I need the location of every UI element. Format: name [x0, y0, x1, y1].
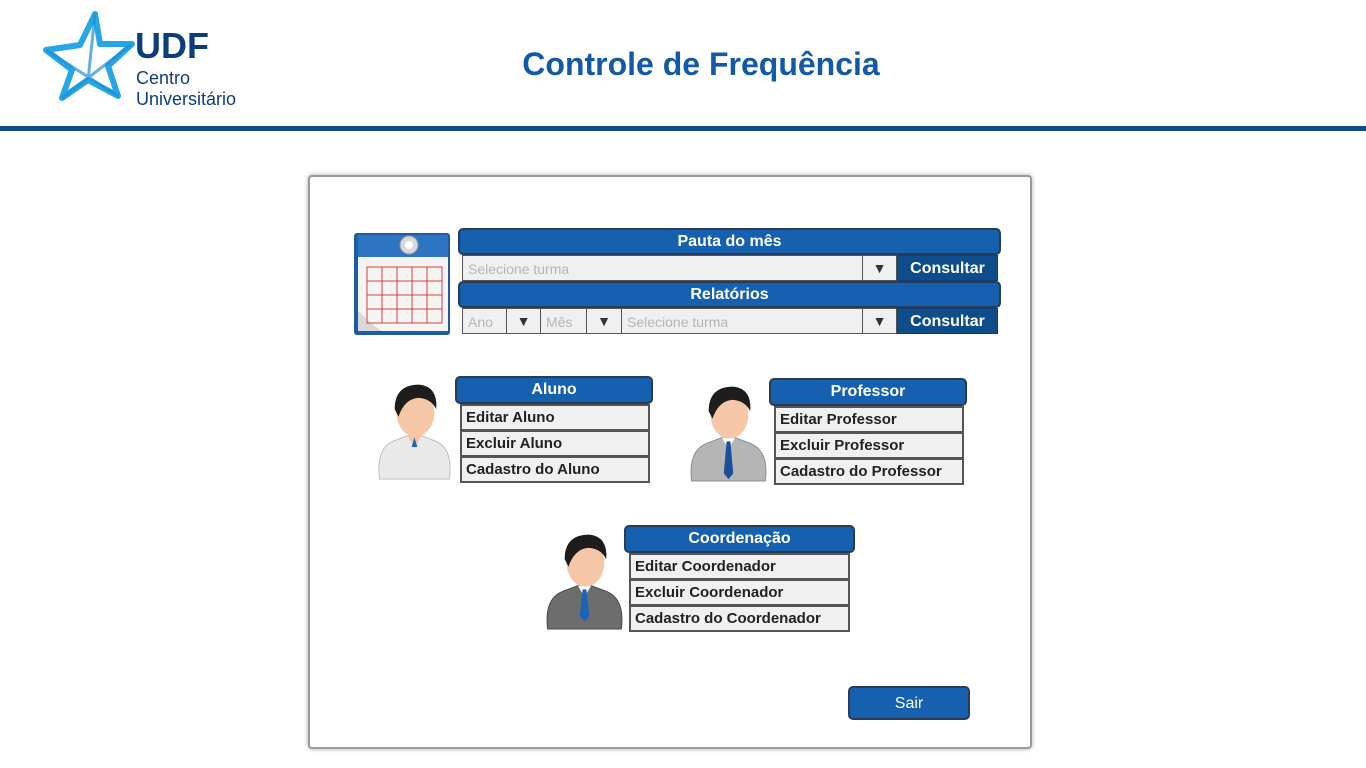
relatorios-turma-select[interactable]: Selecione turma — [621, 308, 863, 334]
editar-aluno-link[interactable]: Editar Aluno — [460, 404, 650, 431]
pauta-consultar-button[interactable]: Consultar — [897, 255, 998, 281]
relatorios-turma-dropdown-icon[interactable]: ▼ — [862, 308, 897, 334]
logo-line2: Universitário — [136, 89, 237, 109]
coordenacao-title-bar: Coordenação — [624, 525, 855, 553]
pauta-title-bar: Pauta do mês — [458, 228, 1001, 255]
aluno-title-bar: Aluno — [455, 376, 653, 404]
cadastro-aluno-link[interactable]: Cadastro do Aluno — [460, 456, 650, 483]
relatorios-consultar-button[interactable]: Consultar — [897, 308, 998, 334]
excluir-aluno-link[interactable]: Excluir Aluno — [460, 430, 650, 457]
student-avatar-icon — [378, 384, 451, 480]
professor-title-bar: Professor — [769, 378, 967, 406]
relatorios-mes-dropdown-icon[interactable]: ▼ — [586, 308, 622, 334]
cadastro-coordenador-link[interactable]: Cadastro do Coordenador — [629, 605, 850, 632]
excluir-coordenador-link[interactable]: Excluir Coordenador — [629, 579, 850, 606]
editar-coordenador-link[interactable]: Editar Coordenador — [629, 553, 850, 580]
sair-button[interactable]: Sair — [848, 686, 970, 720]
editar-professor-link[interactable]: Editar Professor — [774, 406, 964, 433]
coordinator-avatar-icon — [546, 534, 623, 630]
professor-avatar-icon — [690, 386, 767, 482]
relatorios-ano-select[interactable]: Ano — [462, 308, 507, 334]
page-title: Controle de Frequência — [522, 46, 880, 82]
pauta-turma-select[interactable]: Selecione turma — [462, 255, 863, 281]
excluir-professor-link[interactable]: Excluir Professor — [774, 432, 964, 459]
relatorios-ano-dropdown-icon[interactable]: ▼ — [506, 308, 541, 334]
calendar-icon — [354, 233, 450, 335]
cadastro-professor-link[interactable]: Cadastro do Professor — [774, 458, 964, 485]
pauta-turma-dropdown-icon[interactable]: ▼ — [862, 255, 897, 281]
relatorios-mes-select[interactable]: Mês — [540, 308, 587, 334]
header: UDF Centro Universitário Controle de Fre… — [0, 0, 1366, 126]
header-divider — [0, 126, 1366, 131]
relatorios-title-bar: Relatórios — [458, 281, 1001, 308]
